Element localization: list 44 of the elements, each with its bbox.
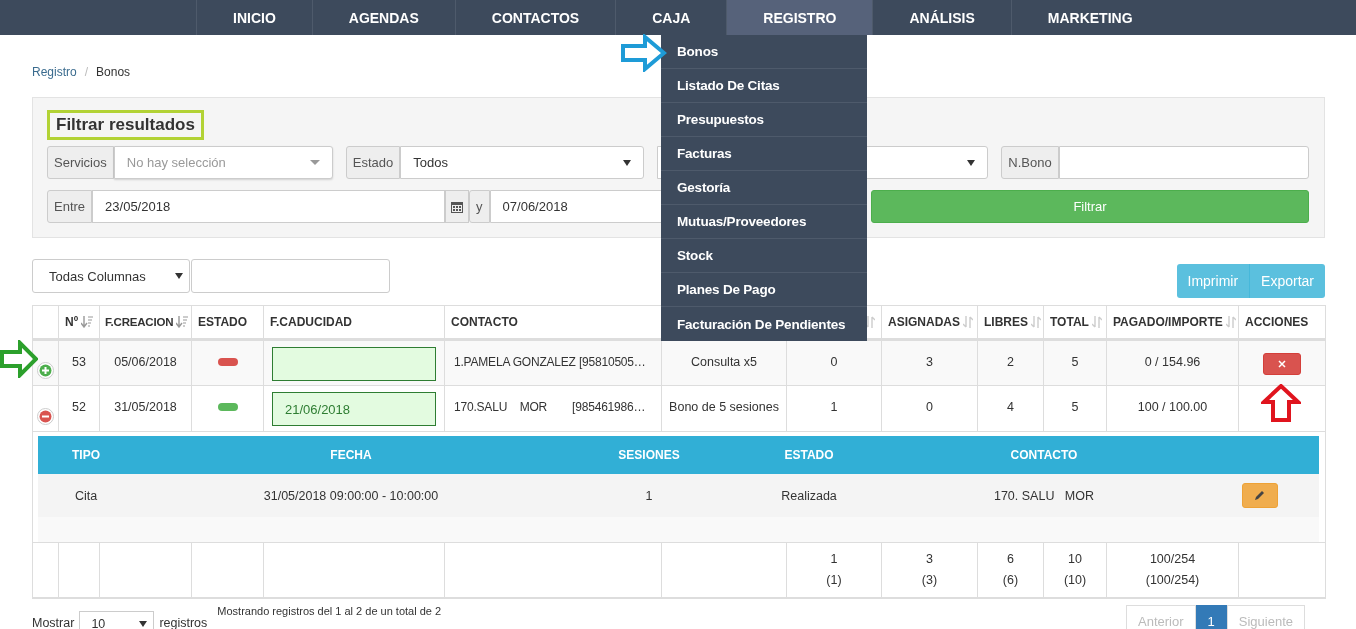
table-cell: 1.PAMELA GONZALEZ [95810505… xyxy=(454,355,646,369)
table-cell: 31/05/2018 09:00:00 - 10:00:00 xyxy=(263,488,439,503)
table-cell: 4 xyxy=(1007,400,1014,414)
table-cell: 0 / 154.96 xyxy=(1144,355,1201,369)
table-cell: 1 xyxy=(645,488,653,503)
total-cell: 100/254 (100/254) xyxy=(1145,552,1200,587)
table-cell: 1 xyxy=(830,400,838,414)
column-header: SESIONES xyxy=(618,448,680,462)
table-cell: 52 xyxy=(72,400,86,414)
breadcrumb-separator: / xyxy=(84,65,89,79)
table-cell: 170.SALU MOR [985461986… xyxy=(454,400,646,414)
table-cell: 170. SALU MOR xyxy=(993,488,1094,503)
column-header: ESTADO xyxy=(784,448,834,462)
table-cell: Bono de 5 sesiones xyxy=(669,400,779,414)
total-cell: 1 (1) xyxy=(826,552,842,587)
table-cell: 5 xyxy=(1071,355,1079,369)
records-label: registros xyxy=(159,616,208,629)
field-label: Servicios xyxy=(47,146,114,179)
breadcrumb-current: Bonos xyxy=(96,65,131,79)
table-cell: 0 xyxy=(830,355,838,369)
show-label: Mostrar xyxy=(32,616,75,629)
table-cell: 100 / 100.00 xyxy=(1137,400,1208,414)
total-cell: 6 (6) xyxy=(1002,552,1019,587)
range-separator: y xyxy=(469,190,490,223)
field-label: N.Bono xyxy=(1001,146,1059,179)
filter-title: Filtrar resultados xyxy=(47,110,204,140)
table-cell: Consulta x5 xyxy=(691,355,757,369)
table-cell: 5 xyxy=(1071,400,1079,414)
records-info: Mostrando registros del 1 al 2 de un total de 2 xyxy=(217,605,442,617)
column-header: TIPO xyxy=(72,448,100,462)
table-cell: 3 xyxy=(926,355,933,369)
table-cell: 0 xyxy=(926,400,933,414)
table-cell: Cita xyxy=(74,488,98,503)
column-header: CONTACTO xyxy=(1010,448,1078,462)
table-cell: 05/06/2018 xyxy=(114,355,177,369)
table-cell: 31/05/2018 xyxy=(114,400,177,414)
table-cell: 53 xyxy=(72,355,86,369)
total-cell: 3 (3) xyxy=(921,552,938,587)
table-cell: 2 xyxy=(1007,355,1014,369)
field-label: Entre xyxy=(47,190,93,223)
field-label: Estado xyxy=(345,146,401,179)
table-cell: Realizada xyxy=(781,488,837,503)
column-header: FECHA xyxy=(330,448,372,462)
total-cell: 10 (10) xyxy=(1063,552,1087,587)
